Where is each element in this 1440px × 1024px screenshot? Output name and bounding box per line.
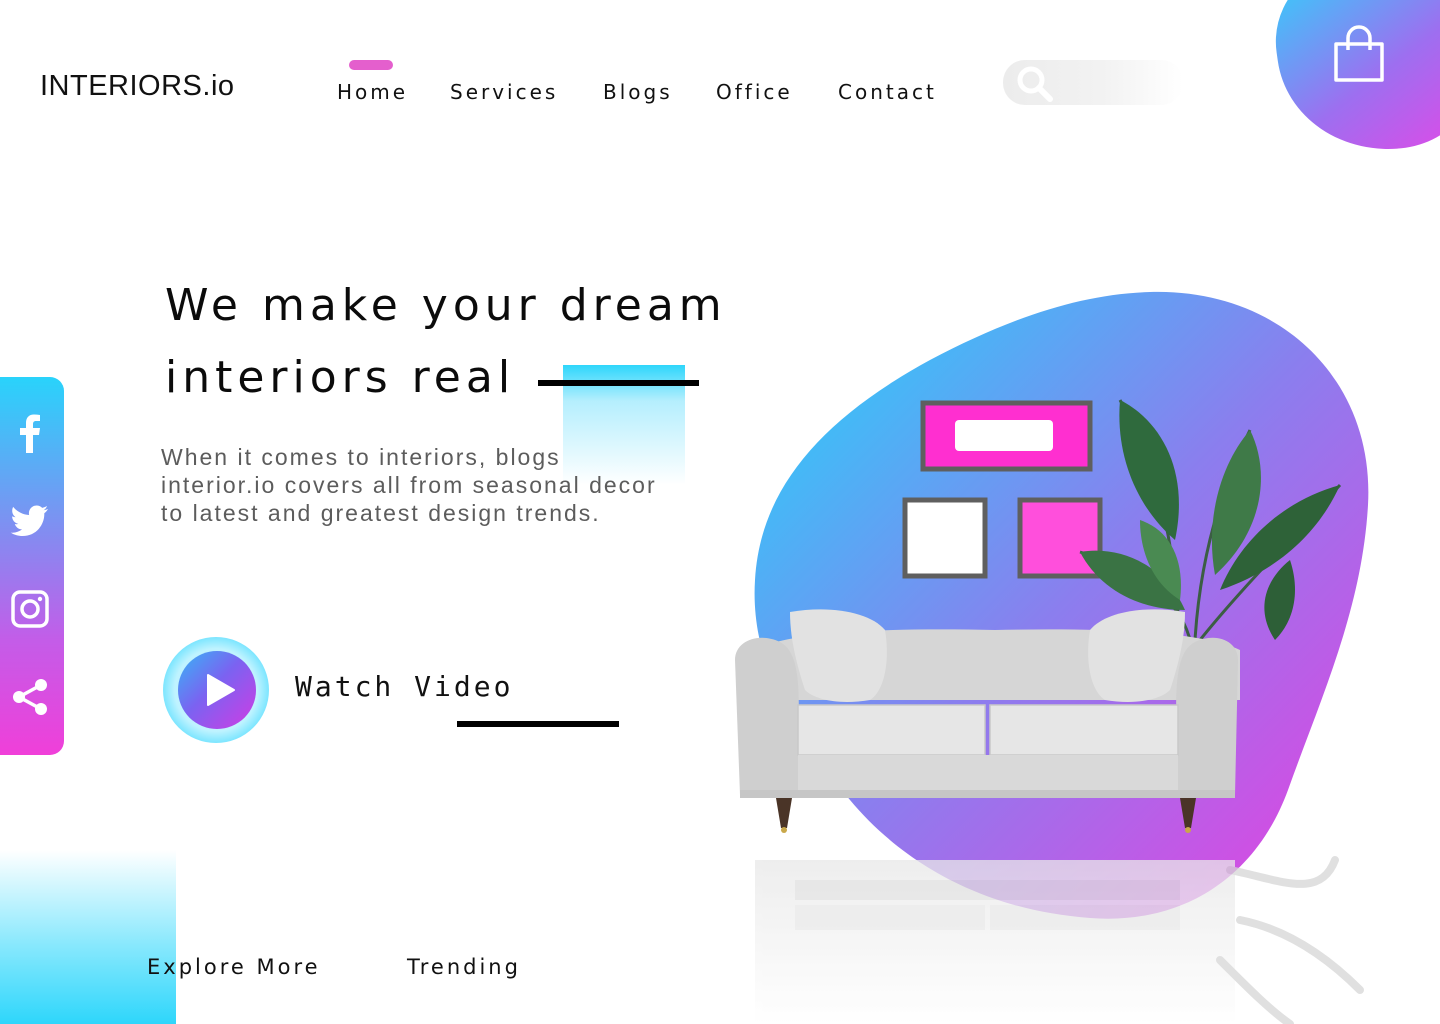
instagram-icon[interactable] <box>10 589 50 629</box>
description-line: to latest and greatest design trends. <box>161 500 601 526</box>
explore-more-link[interactable]: Explore More <box>147 955 321 979</box>
trending-link[interactable]: Trending <box>407 955 521 979</box>
play-video-button[interactable] <box>178 651 256 729</box>
hero-illustration <box>735 291 1369 1024</box>
nav-item-services[interactable]: Services <box>450 80 558 104</box>
hero-headline-line-2: interiors real <box>165 352 516 403</box>
nav-item-contact[interactable]: Contact <box>838 80 937 104</box>
search-icon <box>1017 66 1053 102</box>
watch-video-link[interactable]: Watch Video <box>295 670 513 703</box>
bottom-left-gradient <box>0 850 176 1024</box>
twitter-icon[interactable] <box>10 501 50 541</box>
search-input[interactable] <box>1003 60 1183 105</box>
facebook-icon[interactable] <box>10 413 50 453</box>
site-logo[interactable]: INTERIORS.io <box>40 70 235 103</box>
play-icon <box>207 674 235 706</box>
hero-headline: We make your dream interiors real <box>165 270 727 414</box>
share-icon[interactable] <box>10 677 50 717</box>
watch-video-underline <box>457 721 619 727</box>
nav-item-blogs[interactable]: Blogs <box>603 80 673 104</box>
hero-description: When it comes to interiors, blogs interi… <box>161 443 721 527</box>
headline-underline <box>538 380 699 386</box>
description-line: When it comes to interiors, blogs <box>161 444 561 470</box>
social-sidebar <box>0 377 64 755</box>
sofa-reflection <box>755 856 1364 1024</box>
nav-item-home[interactable]: Home <box>337 80 408 104</box>
shopping-bag-icon[interactable] <box>1330 24 1388 84</box>
active-nav-indicator <box>349 60 393 70</box>
description-line: interior.io covers all from seasonal dec… <box>161 472 657 498</box>
hero-headline-line-1: We make your dream <box>165 280 727 331</box>
nav-item-office[interactable]: Office <box>716 80 793 104</box>
